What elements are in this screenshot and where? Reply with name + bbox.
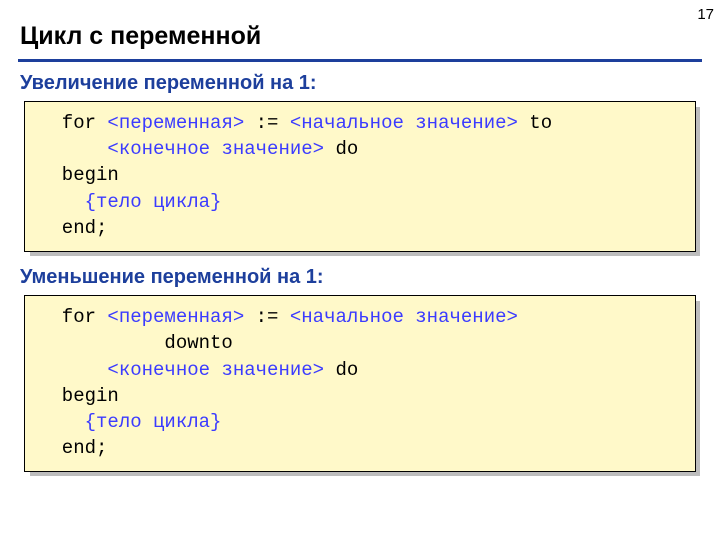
code-box-2: for <переменная> := <начальное значение>… (24, 295, 696, 472)
code-text (39, 411, 85, 433)
code-text: end; (39, 437, 107, 459)
code-text: do (324, 138, 358, 160)
code-text: do (324, 359, 358, 381)
code-block-2: for <переменная> := <начальное значение>… (39, 304, 685, 461)
code-placeholder: <переменная> (107, 112, 244, 134)
code-text: downto (39, 332, 233, 354)
code-box-1: for <переменная> := <начальное значение>… (24, 101, 696, 252)
code-text: := (244, 306, 290, 328)
code-text: end; (39, 217, 107, 239)
code-text (39, 191, 85, 213)
code-placeholder: <переменная> (107, 306, 244, 328)
code-text (39, 359, 107, 381)
code-box-content: for <переменная> := <начальное значение>… (24, 295, 696, 472)
section2-subtitle: Уменьшение переменной на 1: (20, 266, 702, 289)
code-text: := (244, 112, 290, 134)
code-text: begin (39, 385, 119, 407)
code-placeholder: <начальное значение> (290, 112, 518, 134)
slide-title: Цикл с переменной (18, 12, 702, 59)
code-placeholder: {тело цикла} (85, 191, 222, 213)
code-text: to (518, 112, 552, 134)
page-number: 17 (697, 6, 714, 23)
code-text: for (39, 112, 107, 134)
title-underline (18, 59, 702, 62)
code-placeholder: <конечное значение> (107, 359, 324, 381)
code-placeholder: <начальное значение> (290, 306, 518, 328)
code-text (39, 138, 107, 160)
code-text: begin (39, 164, 119, 186)
code-block-1: for <переменная> := <начальное значение>… (39, 110, 685, 241)
code-text: for (39, 306, 107, 328)
code-box-content: for <переменная> := <начальное значение>… (24, 101, 696, 252)
section1-subtitle: Увеличение переменной на 1: (20, 72, 702, 95)
code-placeholder: {тело цикла} (85, 411, 222, 433)
code-placeholder: <конечное значение> (107, 138, 324, 160)
